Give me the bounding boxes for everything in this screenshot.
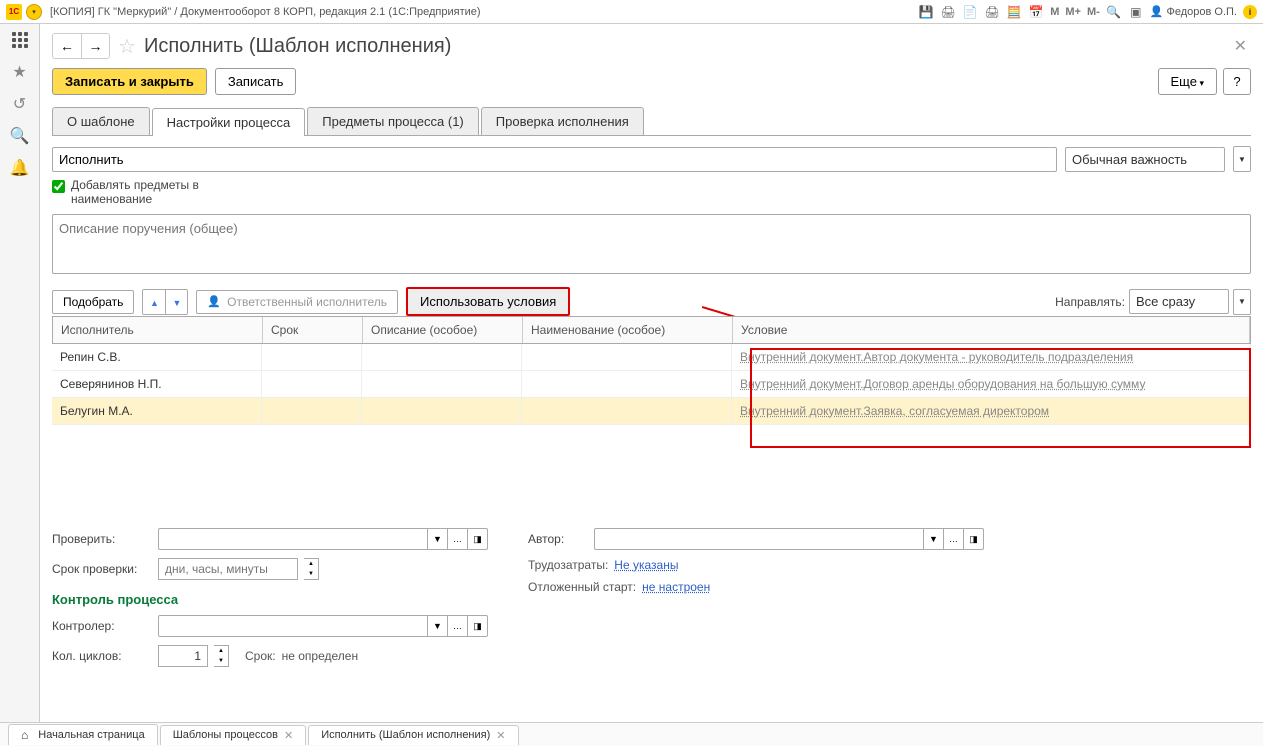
save-button[interactable]: Записать [215, 68, 297, 95]
nav-buttons: ← → [52, 33, 110, 59]
controller-more[interactable]: … [448, 615, 468, 637]
condition-link[interactable]: Внутренний документ.Договор аренды обору… [740, 377, 1145, 391]
save-close-button[interactable]: Записать и закрыть [52, 68, 207, 95]
zoom-icon[interactable]: 🔍 [1106, 4, 1122, 20]
system-menu-button[interactable]: ▾ [26, 4, 42, 20]
close-tab-icon[interactable]: ✕ [284, 729, 293, 742]
author-open[interactable]: ◨ [964, 528, 984, 550]
check-due-input[interactable] [158, 558, 298, 580]
more-button[interactable]: Еще [1158, 68, 1217, 95]
controller-dropdown[interactable]: ▼ [428, 615, 448, 637]
author-dropdown[interactable]: ▼ [924, 528, 944, 550]
spinner-up[interactable]: ▲ [304, 559, 318, 569]
home-icon: ⌂ [21, 728, 28, 742]
controller-input[interactable] [158, 615, 428, 637]
term-label: Срок: [245, 649, 276, 663]
effort-label: Трудозатраты: [528, 558, 608, 572]
move-down-button[interactable] [165, 290, 187, 314]
send-caret[interactable]: ▼ [1233, 289, 1251, 315]
search-icon[interactable]: 🔍 [10, 126, 30, 146]
cycles-down[interactable]: ▼ [214, 656, 228, 666]
bottom-tab-templates[interactable]: Шаблоны процессов ✕ [160, 725, 307, 745]
effort-link[interactable]: Не указаны [614, 558, 678, 572]
controller-label: Контролер: [52, 619, 152, 633]
info-icon[interactable]: i [1243, 5, 1257, 19]
panel-icon[interactable]: ▣ [1128, 4, 1144, 20]
help-button[interactable]: ? [1223, 68, 1251, 95]
favorites-icon[interactable]: ★ [10, 62, 30, 82]
page-title: Исполнить (Шаблон исполнения) [144, 35, 451, 58]
history-icon[interactable]: ↺ [10, 94, 30, 114]
check-open[interactable]: ◨ [468, 528, 488, 550]
check-input[interactable] [158, 528, 428, 550]
control-section-title: Контроль процесса [52, 592, 488, 607]
col-name[interactable]: Наименование (особое) [523, 317, 733, 343]
condition-link[interactable]: Внутренний документ.Заявка, согласуемая … [740, 404, 1049, 418]
author-input[interactable] [594, 528, 924, 550]
check-label: Проверить: [52, 532, 152, 546]
spinner-down[interactable]: ▼ [304, 569, 318, 579]
pick-button[interactable]: Подобрать [52, 290, 134, 314]
add-subjects-label: Добавлять предметы в наименование [71, 178, 231, 206]
deferred-label: Отложенный старт: [528, 580, 636, 594]
calc-icon[interactable]: 🧮 [1006, 4, 1022, 20]
description-textarea[interactable] [52, 214, 1251, 274]
calendar-icon[interactable]: 📅 [1028, 4, 1044, 20]
bottom-tab-home[interactable]: ⌂ Начальная страница [8, 724, 158, 745]
print-icon[interactable]: 🖨 [940, 4, 956, 20]
deferred-link[interactable]: не настроен [642, 580, 710, 594]
person-icon: 👤 [207, 295, 221, 308]
check-due-label: Срок проверки: [52, 562, 152, 576]
user-label[interactable]: 👤 Федоров О.П. [1150, 5, 1237, 18]
doc-icon[interactable]: 📄 [962, 4, 978, 20]
check-dropdown[interactable]: ▼ [428, 528, 448, 550]
close-page-button[interactable]: ✕ [1230, 32, 1251, 60]
controller-open[interactable]: ◨ [468, 615, 488, 637]
importance-select[interactable]: Обычная важность [1065, 147, 1225, 172]
Mplus-button[interactable]: M+ [1065, 6, 1081, 18]
performers-table: Репин С.В. Внутренний документ.Автор док… [52, 344, 1251, 514]
add-subjects-checkbox[interactable] [52, 180, 65, 193]
bottom-tab-current[interactable]: Исполнить (Шаблон исполнения) ✕ [308, 725, 518, 745]
col-due[interactable]: Срок [263, 317, 363, 343]
M-button[interactable]: M [1050, 6, 1059, 18]
cycles-up[interactable]: ▲ [214, 646, 228, 656]
tab-subjects[interactable]: Предметы процесса (1) [307, 107, 479, 135]
user-icon: 👤 [1150, 5, 1164, 18]
save-icon[interactable]: 💾 [918, 4, 934, 20]
window-title: [КОПИЯ] ГК "Меркурий" / Документооборот … [50, 6, 481, 18]
col-desc[interactable]: Описание (особое) [363, 317, 523, 343]
send-label: Направлять: [1055, 295, 1125, 309]
tab-process-settings[interactable]: Настройки процесса [152, 108, 306, 136]
move-up-button[interactable] [143, 290, 165, 314]
apps-grid-icon[interactable] [10, 30, 30, 50]
favorite-star-icon[interactable]: ☆ [118, 34, 136, 59]
check-more[interactable]: … [448, 528, 468, 550]
logo-1c-icon: 1C [6, 4, 22, 20]
table-row[interactable]: Белугин М.А. Внутренний документ.Заявка,… [52, 398, 1251, 425]
cycles-label: Кол. циклов: [52, 649, 152, 663]
nav-forward-button[interactable]: → [81, 34, 109, 58]
author-label: Автор: [528, 532, 588, 546]
send-select[interactable]: Все сразу [1129, 289, 1229, 314]
table-row[interactable]: Репин С.В. Внутренний документ.Автор док… [52, 344, 1251, 371]
cycles-input[interactable] [158, 645, 208, 667]
print2-icon[interactable]: 🖨 [984, 4, 1000, 20]
col-performer[interactable]: Исполнитель [53, 317, 263, 343]
table-row[interactable]: Северянинов Н.П. Внутренний документ.Дог… [52, 371, 1251, 398]
importance-caret[interactable]: ▼ [1233, 146, 1251, 172]
responsible-button[interactable]: 👤 Ответственный исполнитель [196, 290, 398, 314]
name-input[interactable] [52, 147, 1057, 172]
tab-about[interactable]: О шаблоне [52, 107, 150, 135]
Mminus-button[interactable]: M- [1087, 6, 1100, 18]
use-conditions-button[interactable]: Использовать условия [406, 287, 570, 316]
condition-link[interactable]: Внутренний документ.Автор документа - ру… [740, 350, 1133, 364]
notifications-icon[interactable]: 🔔 [10, 158, 30, 178]
tab-check[interactable]: Проверка исполнения [481, 107, 644, 135]
term-value: не определен [282, 649, 358, 663]
author-more[interactable]: … [944, 528, 964, 550]
close-tab-icon[interactable]: ✕ [496, 729, 505, 742]
col-cond[interactable]: Условие [733, 317, 1250, 343]
nav-back-button[interactable]: ← [53, 34, 81, 58]
